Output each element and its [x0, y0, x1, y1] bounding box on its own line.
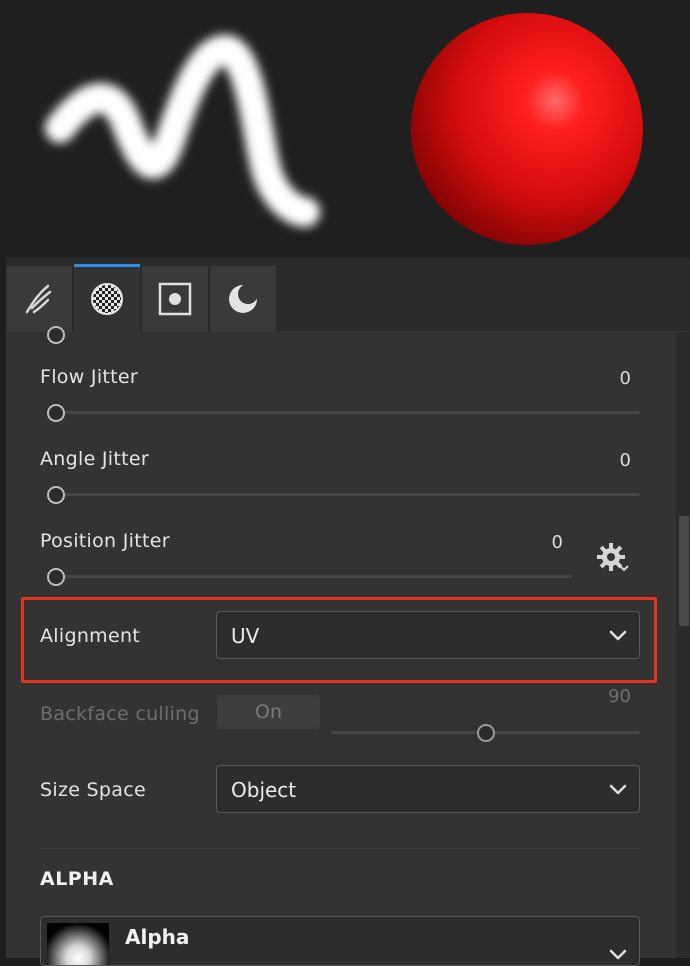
square-dot-icon — [158, 282, 192, 316]
tab-material[interactable] — [74, 264, 140, 332]
chevron-down-icon — [609, 784, 627, 795]
backface-culling-toggle[interactable]: On — [217, 695, 320, 729]
backface-culling-value: 90 — [608, 686, 631, 707]
angle-jitter-track[interactable] — [56, 493, 640, 496]
backface-culling-label: Backface culling — [40, 703, 200, 725]
alignment-selected: UV — [231, 624, 260, 648]
crescent-icon — [229, 284, 258, 313]
brush-settings-panel: Flow Jitter 0 Angle Jitter 0 Position Ji… — [6, 258, 690, 966]
alpha-name: Alpha — [125, 925, 190, 949]
material-sphere-preview — [411, 13, 643, 245]
section-divider — [40, 848, 640, 849]
position-jitter-label: Position Jitter — [40, 530, 170, 552]
tab-mask[interactable] — [142, 266, 208, 332]
alpha-selector[interactable]: Alpha — [40, 916, 640, 966]
tab-bar — [6, 258, 690, 332]
brush-stroke-icon — [25, 284, 52, 314]
tab-underline — [278, 331, 690, 332]
angle-jitter-value: 0 — [619, 450, 631, 471]
size-space-selected: Object — [231, 778, 297, 802]
angle-jitter-label: Angle Jitter — [40, 448, 149, 470]
flow-jitter-track[interactable] — [56, 411, 640, 414]
alignment-dropdown[interactable]: UV — [216, 611, 640, 659]
flow-jitter-value: 0 — [619, 368, 631, 389]
brush-stroke-preview — [45, 34, 320, 227]
flow-jitter-label: Flow Jitter — [40, 366, 138, 388]
size-space-label: Size Space — [40, 779, 146, 801]
brush-preview — [0, 0, 690, 258]
hidden-slider-knob[interactable] — [47, 326, 65, 344]
angle-jitter-knob[interactable] — [47, 486, 65, 504]
flow-jitter-knob[interactable] — [47, 404, 65, 422]
preview-graphics — [45, 13, 643, 245]
tab-stroke[interactable] — [6, 266, 72, 332]
tab-moon[interactable] — [210, 266, 276, 332]
size-space-dropdown[interactable]: Object — [216, 765, 640, 813]
alpha-section-title: ALPHA — [40, 868, 114, 890]
scrollbar-thumb[interactable] — [679, 516, 689, 626]
position-jitter-knob[interactable] — [47, 568, 65, 586]
backface-culling-knob[interactable] — [477, 724, 495, 742]
alpha-thumbnail — [47, 923, 109, 965]
position-jitter-track[interactable] — [56, 575, 572, 578]
position-jitter-value: 0 — [551, 532, 563, 553]
chevron-down-icon — [609, 949, 627, 960]
alignment-label: Alignment — [40, 625, 141, 647]
scrollbar-track[interactable] — [676, 332, 690, 958]
gear-settings-icon[interactable] — [596, 542, 632, 576]
chevron-down-icon — [609, 630, 627, 641]
checker-sphere-icon — [91, 283, 123, 315]
